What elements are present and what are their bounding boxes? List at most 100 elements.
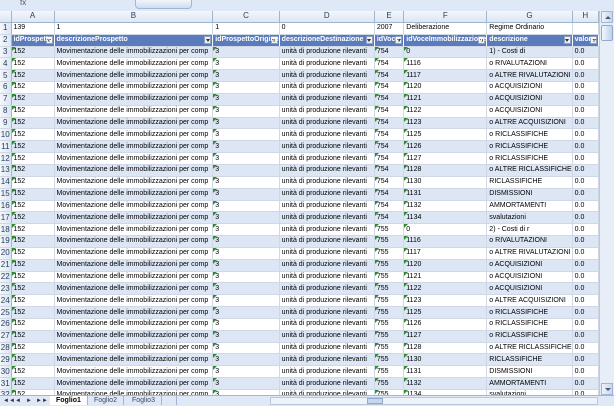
cell[interactable]: 754: [374, 188, 405, 201]
row-header[interactable]: 26: [0, 318, 12, 331]
cell[interactable]: Movimentazione delle immobilizzazioni pe…: [54, 211, 214, 225]
cell[interactable]: unità di produzione rilevanti: [279, 211, 375, 225]
cell[interactable]: Movimentazione delle immobilizzazioni pe…: [54, 259, 214, 272]
cell[interactable]: 152: [11, 365, 55, 379]
cell[interactable]: 754: [374, 46, 405, 59]
sheet-nav-icon[interactable]: ◄: [14, 397, 22, 405]
cell[interactable]: 755: [374, 294, 405, 308]
cell[interactable]: 3: [212, 200, 280, 213]
cell[interactable]: unità di produzione rilevanti: [279, 188, 375, 201]
cell[interactable]: unità di produzione rilevanti: [279, 164, 375, 177]
cell[interactable]: unità di produzione rilevanti: [279, 57, 375, 71]
cell[interactable]: o RICLASSIFICHE: [486, 140, 573, 154]
cell[interactable]: o ACQUISIZIONI: [486, 282, 573, 296]
vertical-scrollbar[interactable]: [599, 11, 614, 395]
filter-dropdown-icon[interactable]: [563, 36, 571, 45]
cell[interactable]: 3: [212, 117, 280, 130]
sheet-nav-icon[interactable]: ◄◄: [3, 397, 15, 405]
cell[interactable]: 3: [212, 294, 280, 308]
cell[interactable]: Movimentazione delle immobilizzazioni pe…: [54, 69, 214, 83]
cell[interactable]: 0.0: [572, 223, 599, 237]
cell[interactable]: 754: [374, 176, 405, 189]
cell[interactable]: o RICLASSIFICHE: [486, 128, 573, 142]
tab-foglio2[interactable]: Foglio2: [88, 396, 124, 405]
cell[interactable]: 754: [374, 200, 405, 213]
cell[interactable]: 1130: [403, 176, 488, 189]
cell[interactable]: 3: [212, 57, 280, 71]
cell[interactable]: Movimentazione delle immobilizzazioni pe…: [54, 57, 214, 71]
row-header[interactable]: 20: [0, 247, 12, 260]
cell[interactable]: 152: [11, 200, 55, 213]
horizontal-scrollbar[interactable]: [270, 397, 598, 405]
cell[interactable]: 139: [11, 22, 55, 35]
cell[interactable]: 1132: [403, 377, 488, 390]
cell[interactable]: unità di produzione rilevanti: [279, 271, 375, 284]
cell[interactable]: o ALTRE ACQUISIZIONI: [486, 117, 573, 130]
cell[interactable]: 755: [374, 306, 405, 319]
cell[interactable]: 152: [11, 342, 55, 355]
vertical-scroll-thumb[interactable]: [601, 25, 613, 41]
cell[interactable]: 152: [11, 306, 55, 319]
cell[interactable]: 754: [374, 57, 405, 71]
cell[interactable]: o ALTRE RIVALUTAZIONI: [486, 69, 573, 83]
ribbon-fragment[interactable]: [135, 0, 192, 9]
cell[interactable]: o RICLASSIFICHE: [486, 306, 573, 319]
cell[interactable]: unità di produzione rilevanti: [279, 93, 375, 106]
cell[interactable]: 1122: [403, 282, 488, 296]
cell[interactable]: 0.0: [572, 105, 599, 118]
cell[interactable]: unità di produzione rilevanti: [279, 353, 375, 367]
cell[interactable]: 0.0: [572, 211, 599, 225]
cell[interactable]: 754: [374, 93, 405, 106]
cell[interactable]: 755: [374, 342, 405, 355]
row-header[interactable]: 16: [0, 200, 12, 213]
cell[interactable]: 0.0: [572, 152, 599, 165]
column-header-f[interactable]: F: [403, 11, 488, 23]
cell[interactable]: 3: [212, 140, 280, 154]
cell[interactable]: 755: [374, 282, 405, 296]
cell[interactable]: 1) - Costi di: [486, 46, 573, 59]
row-header[interactable]: 19: [0, 235, 12, 248]
cell[interactable]: 0.0: [572, 117, 599, 130]
cell[interactable]: 755: [374, 235, 405, 248]
cell[interactable]: unità di produzione rilevanti: [279, 128, 375, 142]
cell[interactable]: Movimentazione delle immobilizzazioni pe…: [54, 318, 214, 331]
cell[interactable]: 152: [11, 152, 55, 165]
cell[interactable]: AMMORTAMENTI: [486, 377, 573, 390]
horizontal-scroll-thumb[interactable]: [367, 398, 383, 404]
cell[interactable]: 0: [279, 22, 375, 35]
cell[interactable]: 3: [212, 342, 280, 355]
cell[interactable]: 152: [11, 57, 55, 71]
cell[interactable]: 3: [212, 46, 280, 59]
cell[interactable]: unità di produzione rilevanti: [279, 342, 375, 355]
cell[interactable]: 3: [212, 211, 280, 225]
cell[interactable]: AMMORTAMENTI: [486, 200, 573, 213]
cell[interactable]: 0.0: [572, 200, 599, 213]
cell[interactable]: 0.0: [572, 164, 599, 177]
cell[interactable]: 3: [212, 306, 280, 319]
row-header[interactable]: 12: [0, 152, 12, 165]
row-header[interactable]: 5: [0, 69, 12, 83]
cell[interactable]: 152: [11, 117, 55, 130]
column-header-d[interactable]: D: [279, 11, 375, 23]
row-header[interactable]: 7: [0, 93, 12, 106]
scroll-up-icon[interactable]: [601, 11, 613, 23]
cell[interactable]: 1117: [403, 247, 488, 260]
cell[interactable]: unità di produzione rilevanti: [279, 365, 375, 379]
cell[interactable]: o RICLASSIFICHE: [486, 152, 573, 165]
cell[interactable]: 1127: [403, 152, 488, 165]
cell[interactable]: unità di produzione rilevanti: [279, 105, 375, 118]
cell[interactable]: 754: [374, 164, 405, 177]
row-header[interactable]: 6: [0, 81, 12, 94]
cell[interactable]: 3: [212, 69, 280, 83]
cell[interactable]: unità di produzione rilevanti: [279, 235, 375, 248]
cell[interactable]: Movimentazione delle immobilizzazioni pe…: [54, 223, 214, 237]
cell[interactable]: 0.0: [572, 271, 599, 284]
row-header[interactable]: 22: [0, 271, 12, 284]
cell[interactable]: 1131: [403, 365, 488, 379]
cell[interactable]: unità di produzione rilevanti: [279, 152, 375, 165]
cell[interactable]: 152: [11, 271, 55, 284]
cell[interactable]: unità di produzione rilevanti: [279, 176, 375, 189]
cell[interactable]: Movimentazione delle immobilizzazioni pe…: [54, 117, 214, 130]
cell[interactable]: 1131: [403, 188, 488, 201]
cell[interactable]: 755: [374, 271, 405, 284]
